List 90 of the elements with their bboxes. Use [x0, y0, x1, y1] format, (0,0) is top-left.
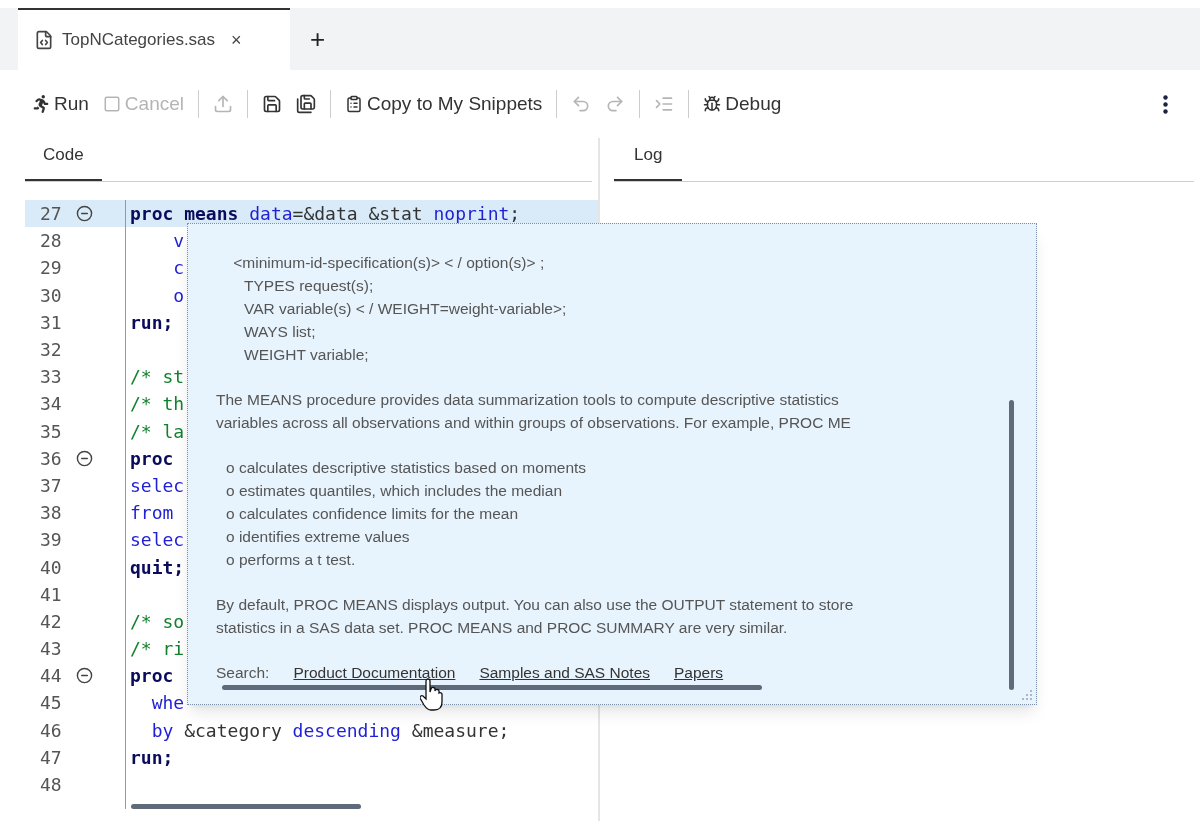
- syntax-line: <minimum-id-specification(s)> < / option(s)> ;: [232, 253, 545, 273]
- toolbar-button[interactable]: Debug: [703, 89, 782, 119]
- save-copy-icon: [296, 94, 316, 114]
- code-line: /* so: [130, 609, 185, 634]
- search-link[interactable]: Samples and SAS Notes: [479, 661, 650, 684]
- line-number: 39: [40, 528, 63, 553]
- line-number: 30: [40, 283, 63, 308]
- horizontal-scrollbar[interactable]: [222, 685, 762, 690]
- line-number: 46: [40, 718, 63, 743]
- more-icon: [1163, 94, 1168, 114]
- code-line: proc: [130, 446, 174, 471]
- toolbar-button[interactable]: Run: [32, 89, 89, 119]
- new-tab-button[interactable]: +: [290, 8, 346, 70]
- line-number: 42: [40, 609, 63, 634]
- code-line: by &category descending &measure;: [150, 718, 510, 743]
- code-line: o: [172, 283, 185, 308]
- indent-icon: [654, 94, 675, 114]
- syntax-line: VAR variable(s) < / WEIGHT=weight-variable>;: [243, 299, 567, 319]
- note-line: By default, PROC MEANS displays output. You can also use the OUTPUT statement to store: [216, 595, 854, 615]
- code-line: selec: [130, 473, 185, 498]
- line-number: 38: [40, 501, 63, 526]
- line-number: 43: [40, 637, 63, 662]
- line-number: 29: [40, 256, 63, 281]
- code-line: /* la: [130, 419, 185, 444]
- syntax-line: WEIGHT variable;: [243, 345, 369, 365]
- line-number: 36: [40, 446, 63, 471]
- note-line: statistics in a SAS data set. PROC MEANS and PROC SUMMARY are very similar.: [216, 618, 788, 638]
- fold-icon[interactable]: [76, 667, 93, 685]
- code-line: quit;: [130, 555, 185, 580]
- horizontal-scrollbar[interactable]: [131, 804, 361, 810]
- syntax-line: TYPES request(s);: [243, 276, 374, 296]
- line-number: 33: [40, 365, 63, 390]
- code-line: proc: [130, 664, 174, 689]
- syntax-line: WAYS list;: [243, 322, 316, 342]
- close-tab-button[interactable]: ×: [231, 26, 242, 54]
- stop-icon: [102, 95, 121, 113]
- line-number: 34: [40, 392, 63, 417]
- pane-tab[interactable]: Log: [614, 141, 683, 181]
- fold-icon[interactable]: [76, 449, 93, 467]
- code-line: v: [172, 229, 185, 254]
- redo-icon: [605, 94, 626, 114]
- line-number: 27: [40, 202, 63, 227]
- tab-label: TopNCategories.sas: [62, 29, 216, 52]
- save-icon: [262, 94, 282, 114]
- pane-tab[interactable]: Code: [25, 141, 102, 181]
- search-link[interactable]: Papers: [674, 661, 724, 684]
- hand-cursor-icon: [420, 678, 444, 712]
- code-line: whe: [150, 691, 185, 716]
- bug-icon: [703, 95, 722, 113]
- bullet-item: o calculates descriptive statistics based on moments: [225, 458, 587, 478]
- line-number: 48: [40, 773, 63, 798]
- toolbar-icon-button[interactable]: [296, 94, 316, 114]
- line-number: 40: [40, 555, 63, 580]
- line-number: 47: [40, 745, 63, 770]
- line-number: 28: [40, 229, 63, 254]
- line-number: 44: [40, 664, 63, 689]
- line-number: 35: [40, 419, 63, 444]
- code-line: from: [130, 501, 174, 526]
- upload-icon: [213, 94, 233, 114]
- code-line: proc means data=&data &stat noprint;: [130, 202, 521, 227]
- code-line: /* st: [130, 365, 185, 390]
- search-link[interactable]: Product Documentation: [293, 661, 456, 684]
- code-line: c: [172, 256, 185, 281]
- line-number: 41: [40, 582, 63, 607]
- bullet-item: o calculates confidence limits for the mean: [225, 504, 519, 524]
- code-line: /* th: [130, 392, 185, 417]
- code-line: /* ri: [130, 637, 185, 662]
- toolbar-button[interactable]: Copy to My Snippets: [345, 89, 543, 119]
- resize-grip-icon[interactable]: [1021, 689, 1033, 701]
- description-line: variables across all observations and within groups of observations. For example, PROC ME: [216, 413, 851, 433]
- document-icon: [345, 95, 363, 113]
- runner-icon: [32, 95, 50, 113]
- toolbar-icon-button[interactable]: [262, 94, 282, 114]
- line-number: 45: [40, 691, 63, 716]
- code-line: run;: [130, 745, 174, 770]
- line-number: 32: [40, 338, 63, 363]
- code-line: selec: [130, 528, 185, 553]
- bullet-item: o performs a t test.: [225, 550, 356, 570]
- line-number: 37: [40, 473, 63, 498]
- bullet-item: o estimates quantiles, which includes the median: [225, 481, 563, 501]
- description-line: The MEANS procedure provides data summarization tools to compute descriptive statistics: [216, 390, 839, 410]
- program-file-icon: [34, 30, 54, 50]
- vertical-scrollbar[interactable]: [1009, 400, 1014, 690]
- editor-tab[interactable]: TopNCategories.sas ×: [18, 8, 290, 70]
- search-label: Search:: [216, 663, 270, 683]
- bullet-item: o identifies extreme values: [225, 527, 410, 547]
- code-line: run;: [130, 310, 174, 335]
- fold-icon[interactable]: [76, 205, 93, 223]
- more-menu-button[interactable]: [1163, 94, 1168, 114]
- line-number: 31: [40, 310, 63, 335]
